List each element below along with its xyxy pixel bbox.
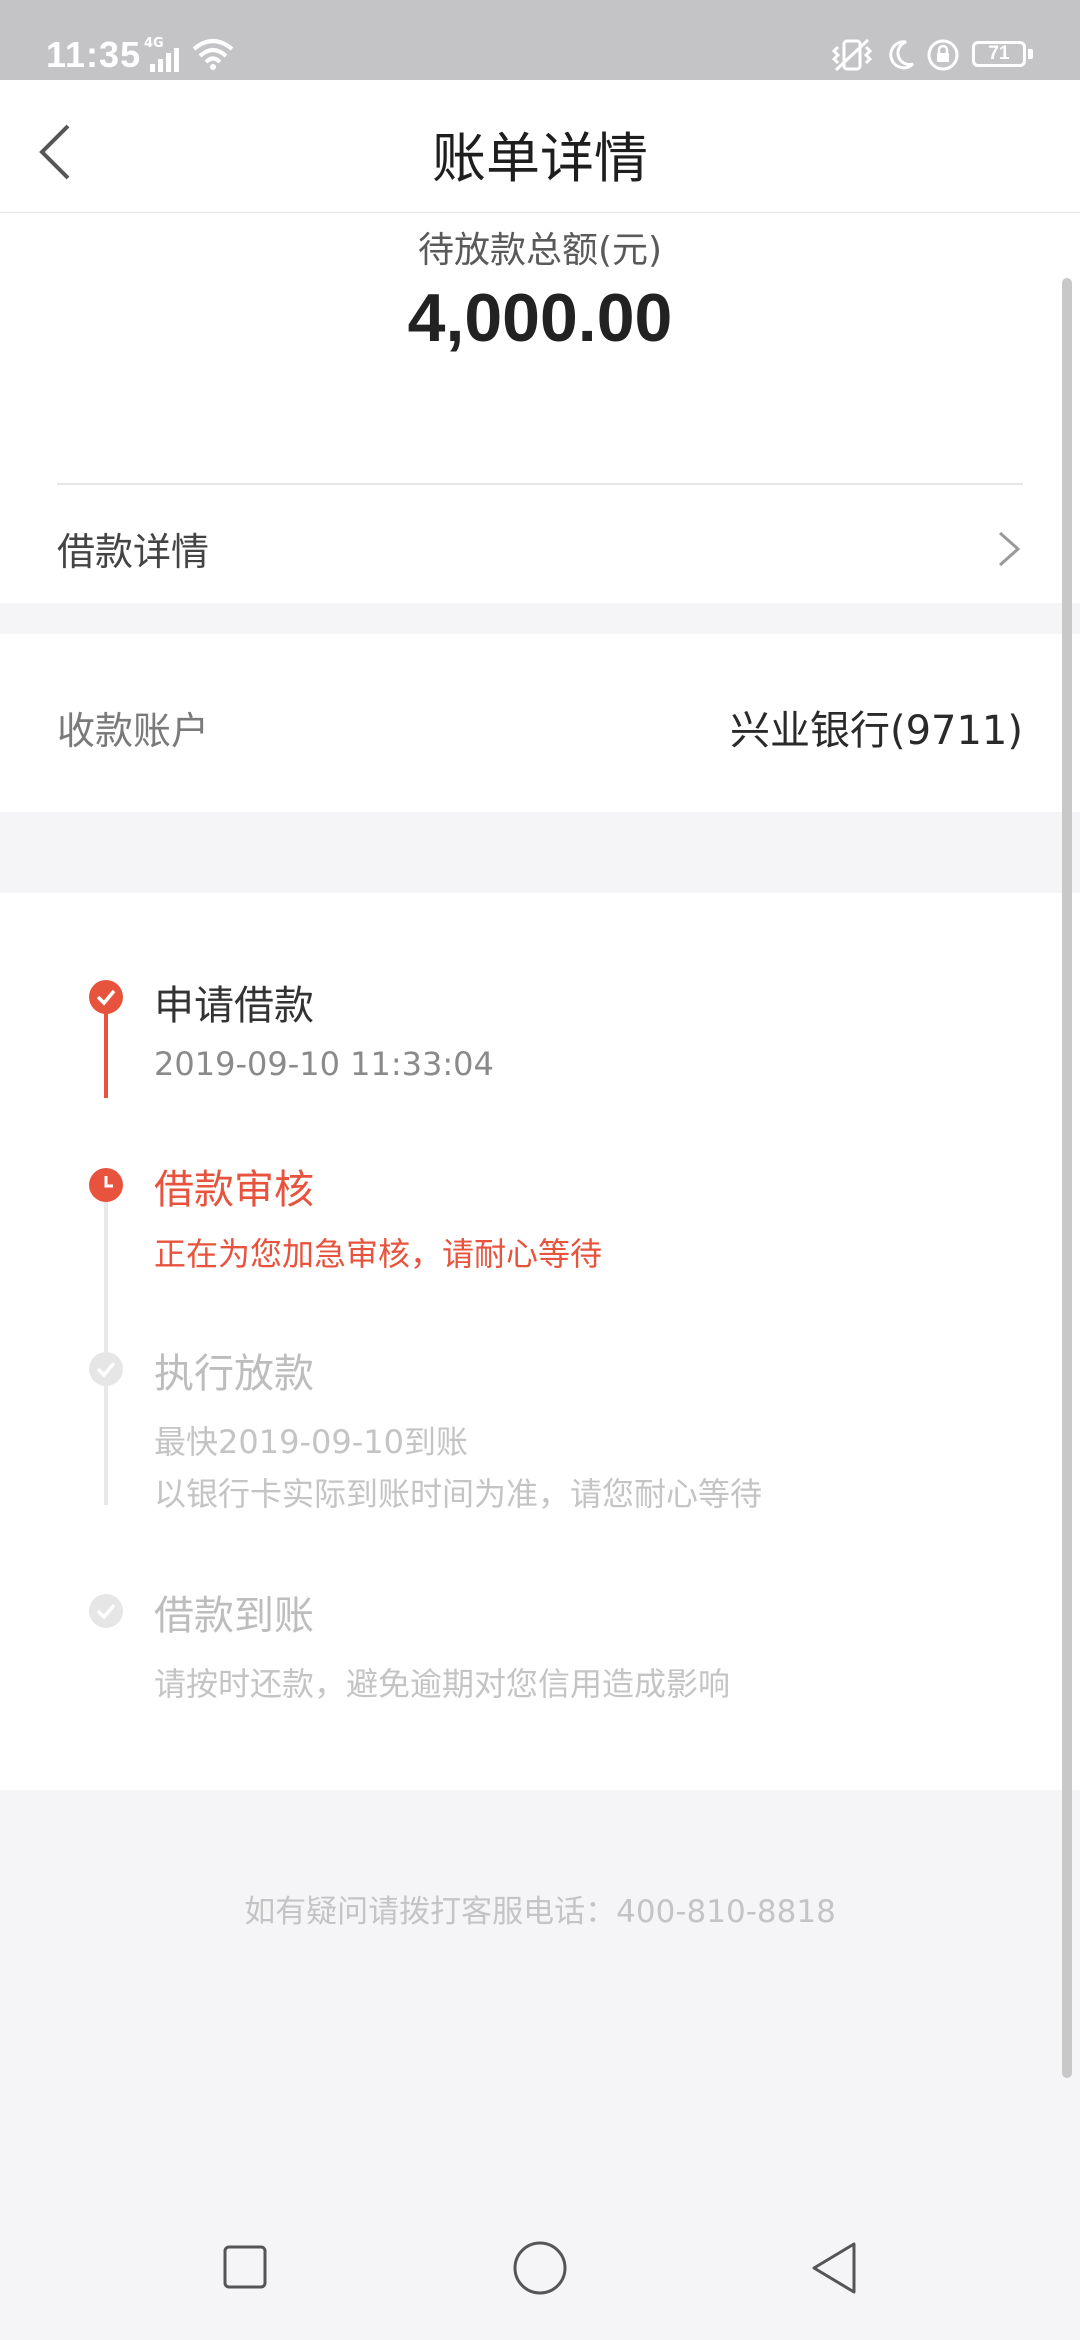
wifi-icon [192,39,234,70]
battery-tip [1028,49,1033,59]
scrollbar[interactable] [1062,278,1072,2078]
battery-icon: 71 [972,41,1026,67]
check-icon [89,1594,123,1628]
page-title: 账单详情 [432,127,648,190]
progress-timeline: 申请借款 2019-09-10 11:33:04 借款审核 正在为您加急审核，请… [0,893,1080,1790]
account-value: 兴业银行(9711) [729,708,1023,754]
loan-detail-row[interactable]: 借款详情 [0,485,1080,603]
timeline-step-text: 最快2019-09-10到账 [154,1423,468,1461]
clock-icon [89,1168,123,1202]
rotation-lock-icon [927,39,959,71]
timeline-step-title: 执行放款 [154,1351,314,1397]
navigation-bar [0,2190,1080,2340]
amount-card: 待放款总额(元) 4,000.00 借款详情 [0,213,1080,603]
check-icon [89,1352,123,1386]
home-button[interactable] [512,2240,568,2296]
customer-service-hotline[interactable]: 如有疑问请拨打客服电话：400-810-8818 [0,1886,1080,1931]
timeline-step-title: 借款审核 [154,1167,314,1213]
timeline-step-text: 以银行卡实际到账时间为准，请您耐心等待 [154,1475,763,1513]
screen: 11:35 4G 71 账单详情 待放款总额(元) 4,000.00 借款详情 … [0,0,1080,2340]
account-label: 收款账户 [57,709,210,753]
recents-button[interactable] [222,2244,268,2290]
amount-value: 4,000.00 [407,280,673,356]
signal-icon [150,48,179,72]
status-bar: 11:35 4G 71 [0,0,1080,80]
chevron-right-icon [999,531,1021,567]
amount-label: 待放款总额(元) [417,230,663,271]
timeline-step-text: 请按时还款，避免逾期对您信用造成影响 [154,1665,731,1703]
timeline-line-active [104,1003,108,1098]
status-time: 11:35 [46,34,142,75]
timeline-step-text: 正在为您加急审核，请耐心等待 [154,1235,603,1273]
timeline-line-inactive [104,1191,108,1505]
timeline-step-title: 借款到账 [154,1593,314,1639]
account-card: 收款账户 兴业银行(9711) [0,634,1080,812]
vibrate-icon [831,38,873,72]
back-nav-button[interactable] [810,2240,858,2296]
loan-detail-label: 借款详情 [57,530,210,574]
timeline-step-title: 申请借款 [154,983,314,1029]
header: 账单详情 [0,80,1080,213]
moon-icon [889,40,915,70]
check-icon [89,980,123,1014]
timeline-step-text: 2019-09-10 11:33:04 [154,1045,494,1083]
